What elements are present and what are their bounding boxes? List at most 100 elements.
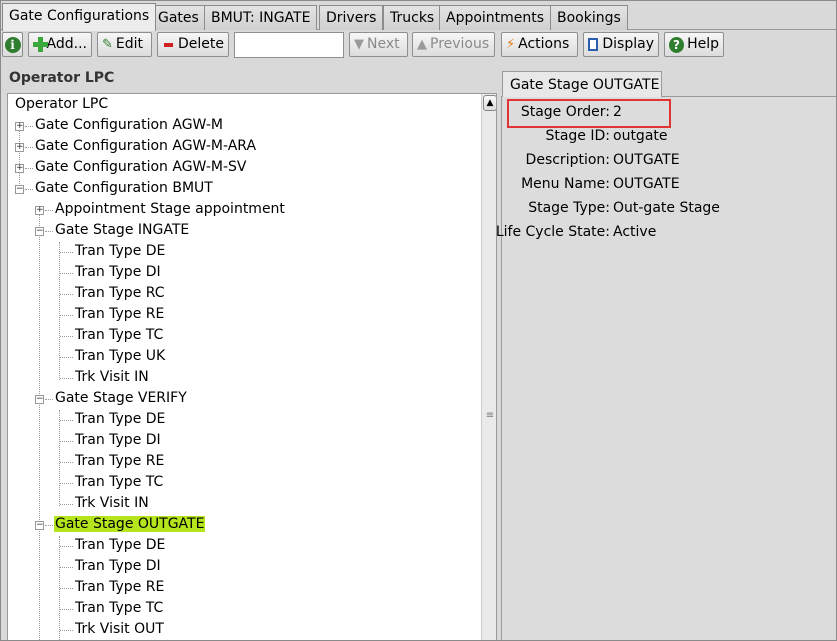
tree-connector bbox=[60, 336, 73, 337]
tab-drivers[interactable]: Drivers bbox=[319, 5, 384, 30]
tab-trucks[interactable]: Trucks bbox=[383, 5, 442, 30]
prop-description: Description: OUTGATE bbox=[502, 149, 832, 171]
info-icon: i bbox=[4, 36, 21, 53]
tree-node-tran-type[interactable]: Tran Type TC bbox=[74, 472, 164, 493]
prop-key: Menu Name: bbox=[521, 176, 610, 192]
add-button-label: Add... bbox=[46, 36, 87, 52]
tree-node-label: Tran Type DE bbox=[75, 411, 166, 427]
tree-connector bbox=[60, 378, 73, 379]
tree-connector bbox=[39, 206, 40, 640]
tree-connector bbox=[60, 357, 73, 358]
tree-node-tran-type[interactable]: Tran Type DI bbox=[74, 556, 162, 577]
tree-node-tran-type[interactable]: Tran Type DI bbox=[74, 262, 162, 283]
scroll-up-button[interactable]: ▲ bbox=[483, 95, 496, 111]
tree-node-label: Tran Type DI bbox=[75, 558, 161, 574]
tab-detail-gate-stage[interactable]: Gate Stage OUTGATE bbox=[502, 71, 662, 97]
tree-scrollbar[interactable]: ▲ ≡ bbox=[481, 94, 496, 640]
expand-icon[interactable]: + bbox=[15, 122, 24, 131]
tree-node-trk-visit[interactable]: Trk Visit IN bbox=[74, 367, 150, 388]
tree-node-label: Tran Type RE bbox=[75, 453, 165, 469]
tree-connector bbox=[60, 462, 73, 463]
display-button[interactable]: Display bbox=[583, 32, 659, 57]
next-button[interactable]: ▼ Next bbox=[349, 32, 408, 57]
delete-button[interactable]: Delete bbox=[157, 32, 229, 57]
tree-connector bbox=[60, 546, 73, 547]
tree-node-tran-type[interactable]: Tran Type DI bbox=[74, 430, 162, 451]
tree-node-operator[interactable]: Operator LPC bbox=[14, 94, 109, 115]
prop-key: Stage Order: bbox=[520, 104, 610, 120]
tree-connector bbox=[60, 420, 73, 421]
tree-node-label: Tran Type TC bbox=[75, 327, 164, 343]
tree-node-trk-visit[interactable]: Trk Visit OUT bbox=[74, 619, 165, 640]
expand-icon[interactable]: + bbox=[15, 143, 24, 152]
info-button[interactable]: i bbox=[2, 32, 23, 57]
tree-connector bbox=[60, 483, 73, 484]
tab-bookings[interactable]: Bookings bbox=[550, 5, 628, 30]
tree-node-tran-type[interactable]: Tran Type DE bbox=[74, 241, 166, 262]
tree-node-label: Tran Type TC bbox=[75, 474, 164, 490]
help-button-label: Help bbox=[687, 36, 719, 52]
prop-key: Description: bbox=[525, 152, 610, 168]
tree-node-gate-config[interactable]: Gate Configuration AGW-M bbox=[34, 115, 224, 136]
tree-node-label: Trk Visit OUT bbox=[75, 621, 164, 637]
expand-icon[interactable]: + bbox=[15, 164, 24, 173]
tree-node-gate-config[interactable]: Gate Configuration BMUT bbox=[34, 178, 214, 199]
operator-tree-panel: Operator LPC Operator LPC + Gate Configu… bbox=[4, 67, 499, 640]
tree-node-tran-type[interactable]: Tran Type RC bbox=[74, 283, 166, 304]
tree-node-tran-type[interactable]: Tran Type DE bbox=[74, 409, 166, 430]
actions-button[interactable]: ⚡ Actions bbox=[501, 32, 578, 57]
tree-node-label: Tran Type DI bbox=[75, 264, 161, 280]
toolbar: i Add... ✎ Edit Delete ▼ Next ▲ Previous… bbox=[1, 31, 836, 60]
display-icon bbox=[588, 38, 599, 51]
tree-node-label: Tran Type RC bbox=[75, 285, 165, 301]
add-button[interactable]: Add... bbox=[28, 32, 92, 57]
pencil-icon: ✎ bbox=[102, 36, 113, 52]
tree-node-label: Gate Configuration AGW-M bbox=[35, 117, 223, 133]
help-icon: ? bbox=[669, 36, 685, 53]
tree-node-gate-stage-selected[interactable]: Gate Stage OUTGATE bbox=[54, 514, 206, 535]
expand-icon[interactable]: + bbox=[35, 206, 44, 215]
collapse-icon[interactable]: − bbox=[15, 185, 24, 194]
search-input[interactable] bbox=[234, 32, 344, 58]
previous-button-label: Previous bbox=[430, 36, 490, 52]
tree-node-gate-stage[interactable]: Gate Stage INGATE bbox=[54, 220, 190, 241]
tree-node-tran-type[interactable]: Tran Type DE bbox=[74, 535, 166, 556]
tree-node-label: Trk Visit IN bbox=[75, 495, 149, 511]
tree-connector bbox=[45, 210, 53, 211]
scroll-grip-icon[interactable]: ≡ bbox=[485, 411, 495, 421]
tree-node-gate-config[interactable]: Gate Configuration AGW-M-SV bbox=[34, 157, 247, 178]
actions-icon: ⚡ bbox=[506, 36, 516, 52]
tree-node-tran-type[interactable]: Tran Type RE bbox=[74, 304, 165, 325]
tree-connector bbox=[25, 168, 33, 169]
tree-node-tran-type[interactable]: Tran Type RE bbox=[74, 451, 165, 472]
tab-appointments[interactable]: Appointments bbox=[439, 5, 552, 30]
tree-connector bbox=[59, 410, 60, 506]
collapse-icon[interactable]: − bbox=[35, 395, 44, 404]
tree-node-appointment-stage[interactable]: Appointment Stage appointment bbox=[54, 199, 286, 220]
tree-connector bbox=[60, 252, 73, 253]
tree-node-tran-type[interactable]: Tran Type TC bbox=[74, 598, 164, 619]
tab-gates[interactable]: Gates bbox=[151, 5, 206, 30]
tree-node-trk-visit[interactable]: Trk Visit IN bbox=[74, 493, 150, 514]
previous-button[interactable]: ▲ Previous bbox=[412, 32, 495, 57]
help-button[interactable]: ? Help bbox=[664, 32, 724, 57]
tab-bmut-ingate[interactable]: BMUT: INGATE bbox=[204, 5, 318, 30]
collapse-icon[interactable]: − bbox=[35, 227, 44, 236]
tree-node-tran-type[interactable]: Tran Type UK bbox=[74, 346, 166, 367]
chevron-up-icon: ▲ bbox=[486, 98, 494, 108]
tree-node-gate-config[interactable]: Gate Configuration AGW-M-ARA bbox=[34, 136, 257, 157]
tab-gate-configurations[interactable]: Gate Configurations bbox=[2, 3, 157, 31]
tree-node-tran-type[interactable]: Tran Type TC bbox=[74, 325, 164, 346]
tree-node-gate-stage[interactable]: Gate Stage VERIFY bbox=[54, 388, 188, 409]
prop-life-cycle-state: Life Cycle State: Active bbox=[496, 221, 832, 243]
tree-connector bbox=[60, 630, 73, 631]
collapse-icon[interactable]: − bbox=[35, 521, 44, 530]
tree-node-label: Tran Type DE bbox=[75, 243, 166, 259]
prop-menu-name: Menu Name: OUTGATE bbox=[502, 173, 832, 195]
plus-icon bbox=[33, 37, 48, 52]
edit-button[interactable]: ✎ Edit bbox=[97, 32, 152, 57]
prop-stage-id: Stage ID: outgate bbox=[502, 125, 832, 147]
tree-node-label: Tran Type DE bbox=[75, 537, 166, 553]
prop-value: Out-gate Stage bbox=[613, 200, 720, 216]
tree-node-tran-type[interactable]: Tran Type RE bbox=[74, 577, 165, 598]
